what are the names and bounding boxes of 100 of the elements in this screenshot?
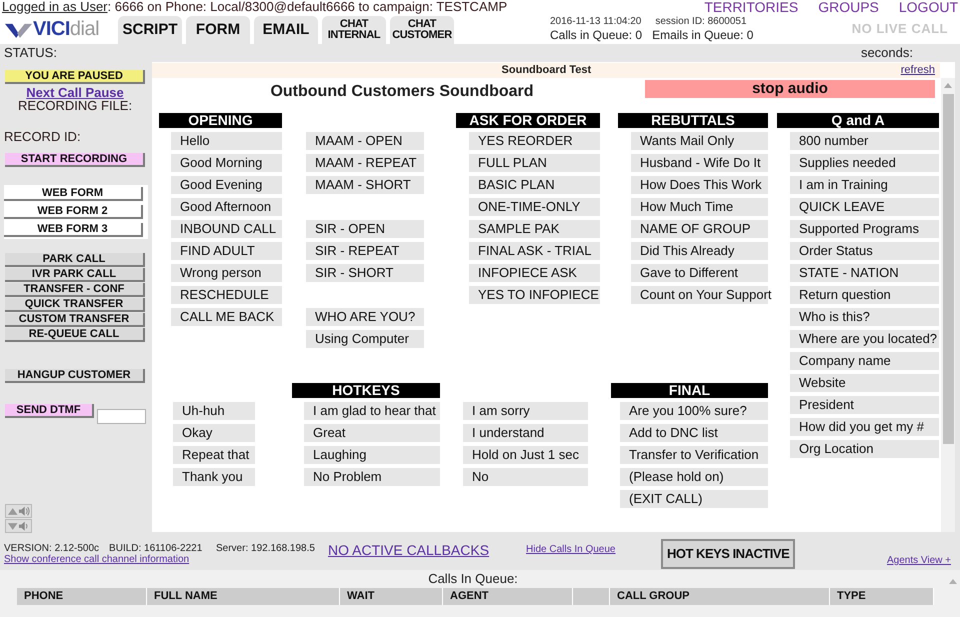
tab[interactable]: EMAIL [254,16,318,44]
call-action-button[interactable]: CUSTOM TRANSFER [5,313,145,327]
sound-button[interactable]: Who is this? [790,308,939,326]
sound-button[interactable]: (Please hold on) [620,468,768,486]
sound-button[interactable]: Husband - Wife Do It [631,154,768,172]
logged-in-link[interactable]: Logged in as User [2,0,108,14]
sound-button[interactable]: I am in Training [790,176,939,194]
sound-button[interactable]: Add to DNC list [620,424,768,442]
sound-button[interactable]: Laughing [304,446,440,464]
agents-view-link[interactable]: Agents View + [886,555,951,566]
sound-button[interactable]: NAME OF GROUP [631,220,768,238]
web-form-button[interactable]: WEB FORM 2 [4,205,143,219]
web-form-button[interactable]: WEB FORM [4,187,143,201]
sound-button[interactable]: Hold on Just 1 sec [463,446,588,464]
conference-info-link[interactable]: Show conference call channel information [4,554,216,565]
sound-button[interactable]: Good Morning [171,154,282,172]
sound-button[interactable]: CALL ME BACK [171,308,282,326]
sound-button[interactable]: Org Location [790,440,939,458]
sound-button[interactable]: SAMPLE PAK [469,220,600,238]
sound-button[interactable]: BASIC PLAN [469,176,600,194]
sound-button[interactable]: SIR - SHORT [306,264,424,282]
web-form-button[interactable]: WEB FORM 3 [4,223,143,237]
sound-button[interactable]: No [463,468,588,486]
sound-button[interactable]: Did This Already [631,242,768,260]
pause-status-button[interactable]: YOU ARE PAUSED [5,70,145,84]
sound-button[interactable]: Good Evening [171,176,282,194]
sound-button[interactable]: No Problem [304,468,440,486]
sound-button[interactable]: Supplies needed [790,154,939,172]
start-recording-button[interactable]: START RECORDING [5,153,145,167]
nav-link[interactable]: TERRITORIES [704,0,798,14]
sound-button[interactable]: I understand [463,424,588,442]
sound-button[interactable]: YES REORDER [469,132,600,150]
sound-button[interactable]: How Does This Work [631,176,768,194]
sound-button[interactable]: STATE - NATION [790,264,939,282]
sound-button[interactable]: Website [790,374,939,392]
sound-button[interactable]: MAAM - SHORT [306,176,424,194]
sound-button[interactable]: Wants Mail Only [631,132,768,150]
nav-link[interactable]: GROUPS [818,0,879,14]
sound-button[interactable]: Hello [171,132,282,150]
call-action-button[interactable]: RE-QUEUE CALL [5,328,145,342]
dtmf-input[interactable] [97,409,146,424]
sound-button[interactable]: Transfer to Verification [620,446,768,464]
sound-button[interactable]: WHO ARE YOU? [306,308,424,326]
callbacks-link[interactable]: NO ACTIVE CALLBACKS [328,543,526,558]
volume-up-icon[interactable] [5,504,32,518]
sound-button[interactable]: Are you 100% sure? [620,402,768,420]
sound-button[interactable]: Where are you located? [790,330,939,348]
call-action-button[interactable]: TRANSFER - CONF [5,283,145,297]
nav-link[interactable]: LOGOUT [898,0,958,14]
sound-button[interactable]: Company name [790,352,939,370]
sound-button[interactable]: MAAM - OPEN [306,132,424,150]
sound-button[interactable]: MAAM - REPEAT [306,154,424,172]
sound-button[interactable]: Okay [173,424,255,442]
tab[interactable]: FORM [186,16,250,44]
sound-button[interactable]: (EXIT CALL) [620,490,768,508]
sound-button[interactable]: I am glad to hear that [304,402,440,420]
sound-button[interactable]: Using Computer [306,330,424,348]
sound-button[interactable]: FINAL ASK - TRIAL [469,242,600,260]
sound-button[interactable]: FULL PLAN [469,154,600,172]
sound-button[interactable]: FIND ADULT [171,242,282,260]
sound-button[interactable]: Supported Programs [790,220,939,238]
sound-button[interactable]: 800 number [790,132,939,150]
sound-button[interactable]: Gave to Different [631,264,768,282]
sound-button[interactable]: Uh-huh [173,402,255,420]
call-action-button[interactable]: PARK CALL [5,253,145,267]
next-call-pause-link[interactable]: Next Call Pause [5,86,145,99]
hangup-button[interactable]: HANGUP CUSTOMER [5,369,145,383]
tab[interactable]: CHAT INTERNAL [322,16,386,44]
scroll-up-icon[interactable] [949,579,957,584]
tab[interactable]: CHAT CUSTOMER [390,16,454,44]
call-action-button[interactable]: QUICK TRANSFER [5,298,145,312]
sound-button[interactable]: QUICK LEAVE [790,198,939,216]
sound-button[interactable]: ONE-TIME-ONLY [469,198,600,216]
send-dtmf-button[interactable]: SEND DTMF [5,404,94,418]
sound-button[interactable]: RESCHEDULE [171,286,282,304]
stop-audio-button[interactable]: stop audio [645,80,935,98]
sound-button[interactable]: INFOPIECE ASK [469,264,600,282]
hotkeys-button[interactable]: HOT KEYS INACTIVE [661,539,796,569]
sound-button[interactable]: SIR - OPEN [306,220,424,238]
sound-button[interactable]: SIR - REPEAT [306,242,424,260]
sound-button[interactable]: How Much Time [631,198,768,216]
sound-button[interactable]: Wrong person [171,264,282,282]
scroll-up-icon[interactable] [944,83,952,88]
scrollbar[interactable] [941,78,955,532]
sound-button[interactable]: YES TO INFOPIECE [469,286,600,304]
sound-button[interactable]: I am sorry [463,402,588,420]
volume-down-icon[interactable] [5,519,32,533]
sound-button[interactable]: INBOUND CALL [171,220,282,238]
tab[interactable]: SCRIPT [118,16,182,44]
sound-button[interactable]: Good Afternoon [171,198,282,216]
refresh-link[interactable]: refresh [900,64,935,77]
sound-button[interactable]: Order Status [790,242,939,260]
call-action-button[interactable]: IVR PARK CALL [5,268,145,282]
sound-button[interactable]: Great [304,424,440,442]
sound-button[interactable]: Thank you [173,468,255,486]
sound-button[interactable]: Repeat that [173,446,255,464]
scrollbar-thumb[interactable] [942,94,954,444]
hide-queue-link[interactable]: Hide Calls In Queue [526,544,661,555]
sound-button[interactable]: How did you get my # [790,418,939,436]
sound-button[interactable]: Return question [790,286,939,304]
